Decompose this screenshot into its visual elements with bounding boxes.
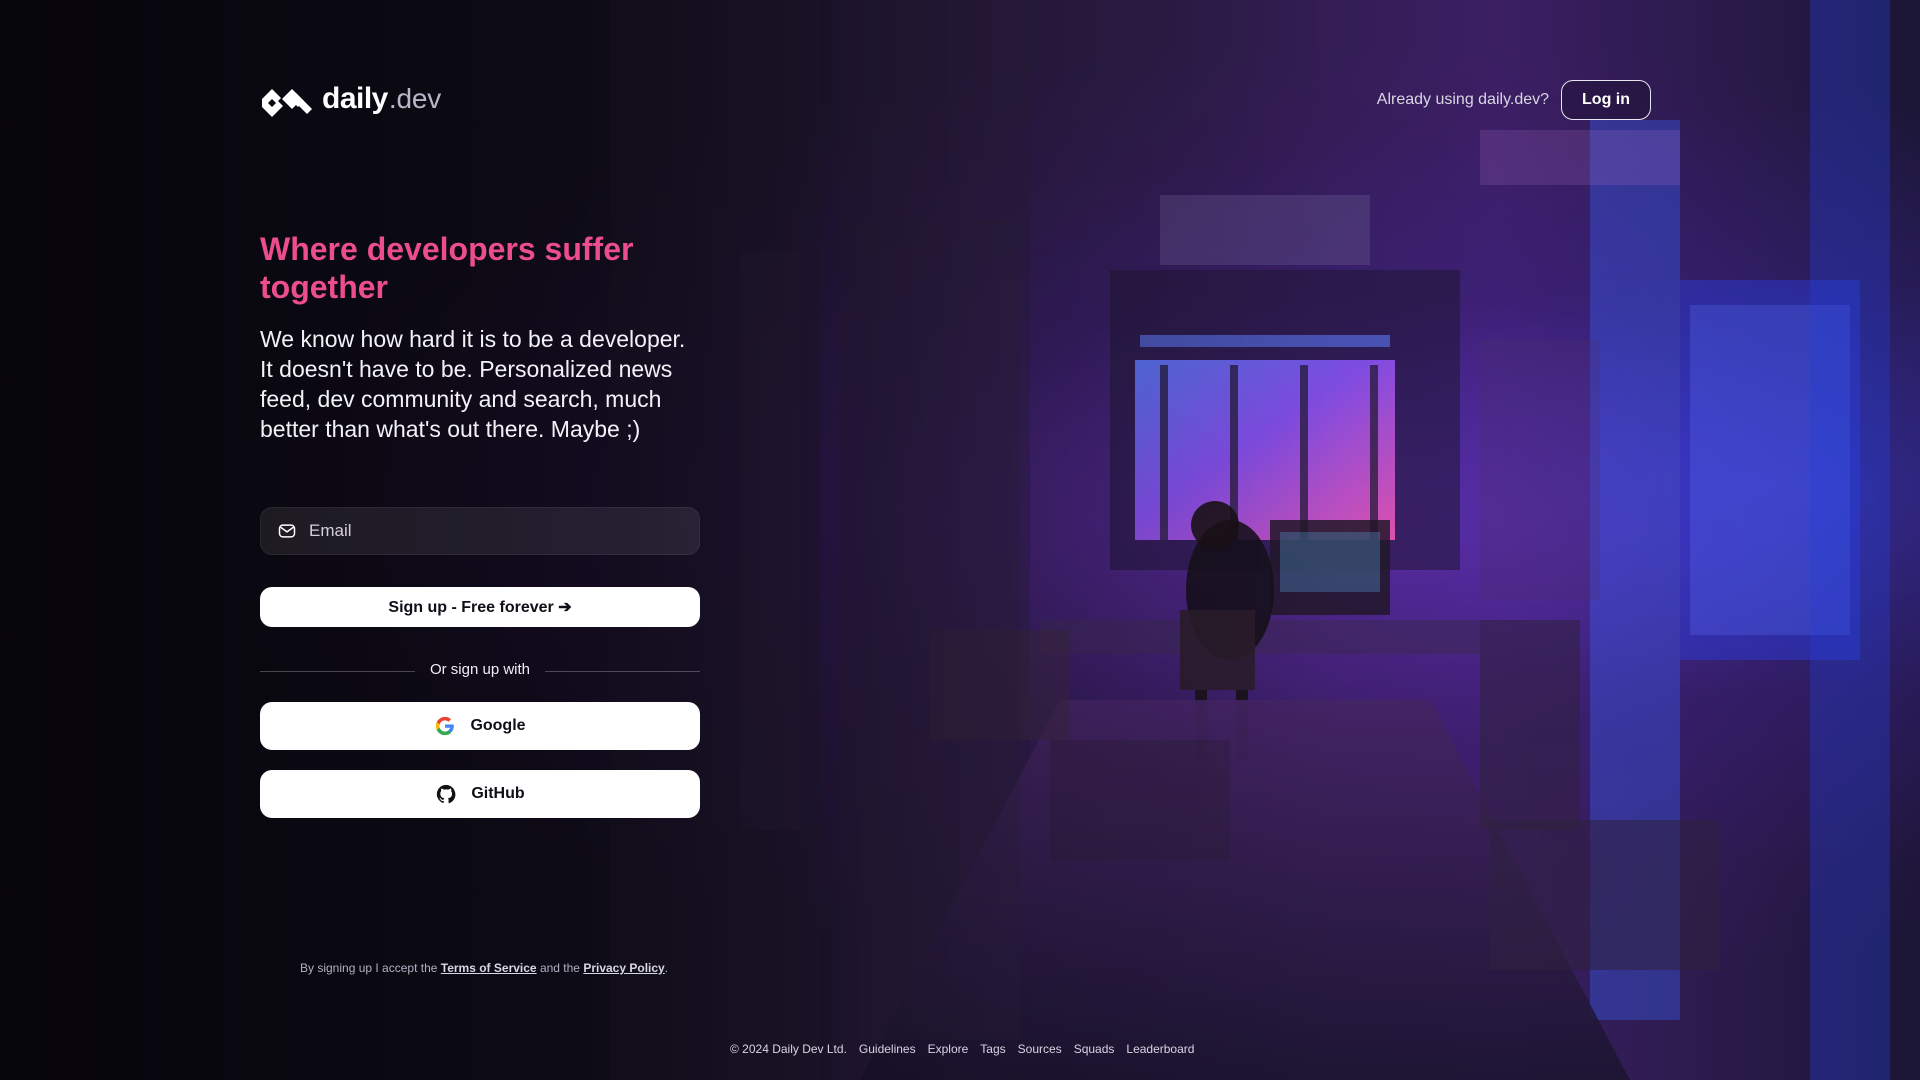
footer-link-sources[interactable]: Sources [1018,1042,1062,1056]
github-label: GitHub [471,785,525,802]
terms-text: By signing up I accept the Terms of Serv… [300,961,668,975]
hero-title: Where developers suffer together [260,231,634,305]
google-signup-button[interactable]: Google [260,702,700,750]
brand-logo[interactable]: daily .dev [260,80,441,118]
github-icon [437,784,456,804]
hero-section: Where developers suffer together We know… [260,230,700,444]
terms-suffix: . [664,961,669,975]
already-using-text: Already using daily.dev? [1376,91,1550,108]
or-sign-up-with-text: Or sign up with [429,661,531,678]
terms-of-service-link[interactable]: Terms of Service [441,961,537,975]
footer-link-guidelines[interactable]: Guidelines [859,1042,916,1056]
footer-link-squads[interactable]: Squads [1074,1042,1115,1056]
footer-links: © 2024 Daily Dev Ltd. Guidelines Explore… [730,1042,1194,1056]
footer-link-explore[interactable]: Explore [928,1042,969,1056]
signup-divider: Or sign up with [260,661,700,681]
email-field[interactable] [260,507,700,555]
login-prompt: Already using daily.dev? Log in [1377,80,1651,120]
login-button[interactable]: Log in [1561,80,1651,120]
brand-name-primary: daily [322,82,388,115]
github-signup-button[interactable]: GitHub [260,770,700,818]
daily-dev-logo-icon [262,89,312,117]
email-input[interactable] [309,508,683,554]
signup-form: Sign up - Free forever ➔ Or sign up with… [260,507,700,818]
terms-middle: and the [539,961,580,975]
hero-description: We know how hard it is to be a developer… [260,326,686,442]
footer-link-leaderboard[interactable]: Leaderboard [1126,1042,1194,1056]
copyright-text: © 2024 Daily Dev Ltd. [730,1042,847,1056]
signup-button[interactable]: Sign up - Free forever ➔ [260,587,700,627]
terms-prefix: By signing up I accept the [300,961,438,975]
google-label: Google [470,717,526,734]
mail-icon [277,521,297,541]
brand-name-secondary: .dev [388,83,441,114]
google-icon [436,716,455,736]
privacy-policy-link[interactable]: Privacy Policy [583,961,664,975]
footer-link-tags[interactable]: Tags [980,1042,1005,1056]
